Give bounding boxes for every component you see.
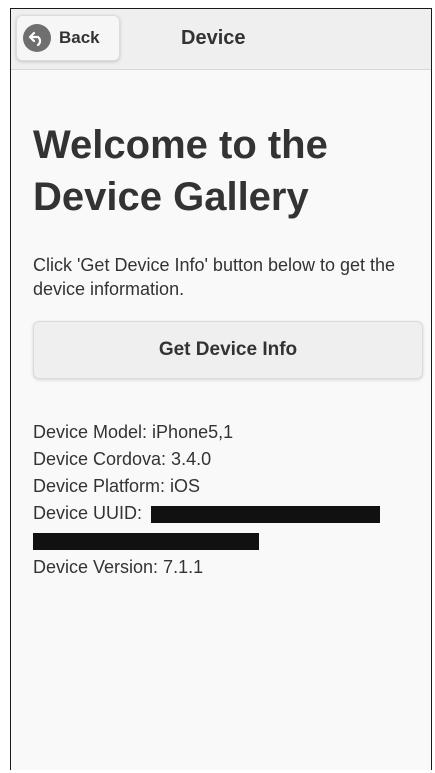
welcome-heading: Welcome to the Device Gallery xyxy=(33,119,423,223)
device-uuid-continued xyxy=(33,527,423,554)
back-button[interactable]: Back xyxy=(16,15,120,61)
device-platform: Device Platform: iOS xyxy=(33,476,201,496)
device-info-panel: Device Model: iPhone5,1 Device Cordova: … xyxy=(33,419,423,581)
device-cordova: Device Cordova: 3.4.0 xyxy=(33,449,212,469)
header-bar: Back Device xyxy=(11,9,431,70)
get-device-info-button[interactable]: Get Device Info xyxy=(33,321,423,379)
welcome-heading-line2: Device Gallery xyxy=(33,175,309,219)
device-uuid-label: Device UUID: xyxy=(33,503,143,523)
device-uuid-row: Device UUID: xyxy=(33,500,423,527)
main-content: Welcome to the Device Gallery Click 'Get… xyxy=(33,119,423,581)
page-title: Device xyxy=(181,27,246,49)
instructions-text: Click 'Get Device Info' button below to … xyxy=(33,255,396,299)
device-model: Device Model: iPhone5,1 xyxy=(33,422,234,442)
welcome-heading-line1: Welcome to the xyxy=(33,123,328,167)
back-button-label: Back xyxy=(59,28,100,47)
uuid-redaction-bar xyxy=(151,505,381,523)
back-arrow-icon xyxy=(23,24,51,52)
app-frame: Back Device Welcome to the Device Galler… xyxy=(10,8,432,770)
device-version: Device Version: 7.1.1 xyxy=(33,557,204,577)
uuid-redaction-bar-2 xyxy=(33,532,259,550)
